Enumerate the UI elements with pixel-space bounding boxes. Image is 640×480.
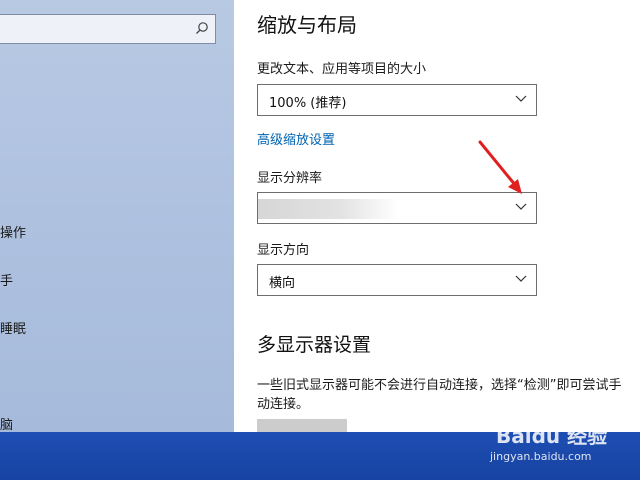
watermark-logo: Baidu 经验 <box>496 424 608 448</box>
baidu-watermark: Baidu 经验 jingyan.baidu.com <box>488 418 630 470</box>
sidebar-item-power-sleep[interactable]: 睡眠 <box>0 318 26 337</box>
sidebar-item-computer[interactable]: 脑 <box>0 414 13 432</box>
multiple-displays-description: 一些旧式显示器可能不会进行自动连接，选择“检测”即可尝试手 动连接。 <box>257 376 637 414</box>
settings-sidebar: 操作 手 睡眠 脑 <box>0 0 234 432</box>
description-line: 一些旧式显示器可能不会进行自动连接，选择“检测”即可尝试手 <box>257 378 622 393</box>
section-title-multiple-displays: 多显示器设置 <box>257 334 372 356</box>
orientation-value: 横向 <box>269 276 296 291</box>
display-settings-panel: 缩放与布局 更改文本、应用等项目的大小 100% (推荐) 高级缩放设置 显示分… <box>234 0 640 432</box>
watermark-site: jingyan.baidu.com <box>490 450 592 463</box>
scale-value: 100% (推荐) <box>269 96 347 111</box>
orientation-dropdown[interactable]: 横向 <box>257 264 537 296</box>
chevron-down-icon <box>515 275 527 282</box>
search-input[interactable] <box>0 14 216 44</box>
detect-button[interactable] <box>257 419 347 432</box>
advanced-scaling-link[interactable]: 高级缩放设置 <box>257 129 335 148</box>
chevron-down-icon <box>515 203 527 210</box>
chevron-down-icon <box>515 95 527 102</box>
scale-label: 更改文本、应用等项目的大小 <box>257 62 427 77</box>
resolution-label: 显示分辨率 <box>257 171 323 186</box>
sidebar-item-focus-assist[interactable]: 手 <box>0 270 13 289</box>
scale-dropdown[interactable]: 100% (推荐) <box>257 84 537 116</box>
orientation-label: 显示方向 <box>257 243 310 258</box>
resolution-value-blurred <box>258 199 398 219</box>
section-title-scale-layout: 缩放与布局 <box>257 13 357 37</box>
sidebar-item-notifications-actions[interactable]: 操作 <box>0 222 26 241</box>
description-line: 动连接。 <box>257 397 310 412</box>
annotation-arrow <box>478 140 522 194</box>
search-icon[interactable] <box>195 21 209 35</box>
